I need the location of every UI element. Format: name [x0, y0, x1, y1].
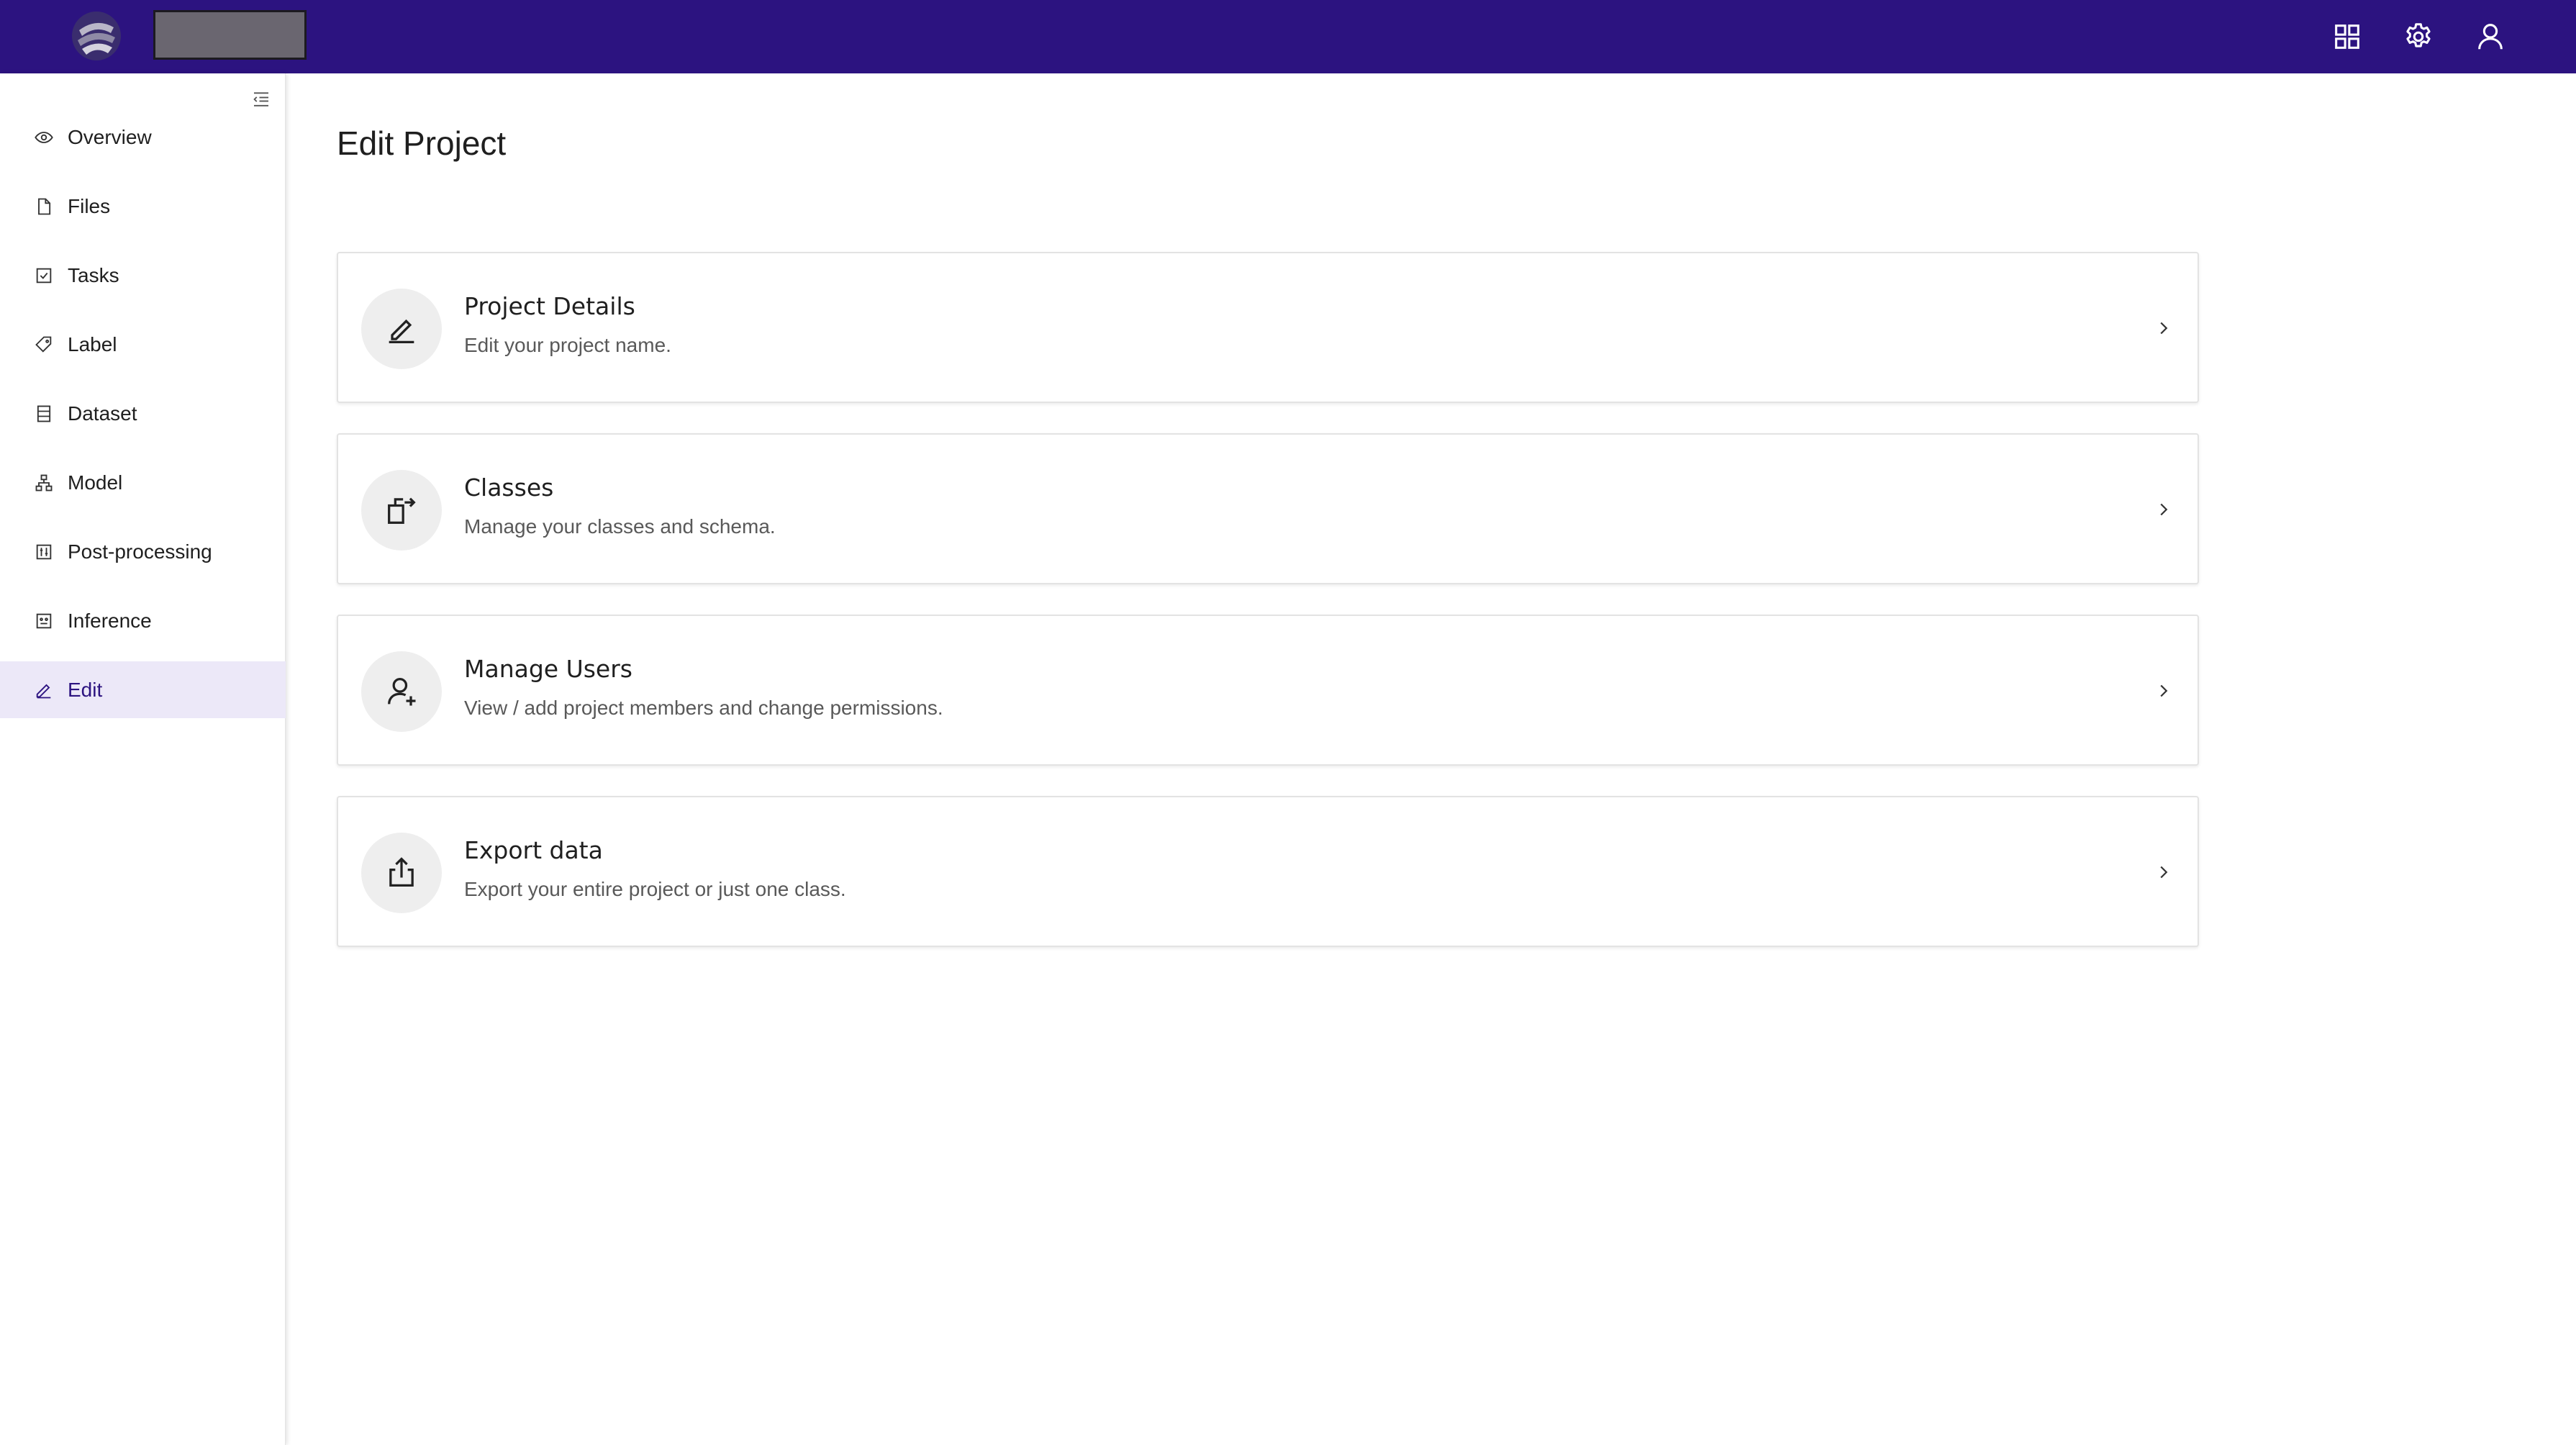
manage-users-card[interactable]: Manage Users View / add project members … — [337, 615, 2199, 766]
card-title: Project Details — [464, 292, 635, 320]
gear-icon[interactable] — [2399, 17, 2438, 56]
card-description: Manage your classes and schema. — [464, 515, 776, 538]
card-description: View / add project members and change pe… — [464, 697, 943, 719]
sidebar-item-model[interactable]: Model — [0, 454, 286, 511]
sidebar-item-label: Overview — [68, 125, 152, 148]
sidebar-item-overview[interactable]: Overview — [0, 109, 286, 166]
sidebar-item-inference[interactable]: Inference — [0, 592, 286, 649]
card-title: Classes — [464, 474, 554, 502]
sidebar-item-label: Tasks — [68, 263, 119, 286]
sidebar-item-dataset[interactable]: Dataset — [0, 385, 286, 442]
sidebar: Overview Files Tasks Label Dataset Model — [0, 73, 286, 1445]
card-description: Edit your project name. — [464, 334, 671, 356]
top-bar — [0, 0, 2576, 73]
chevron-right-icon — [2151, 316, 2176, 340]
sidebar-item-post-processing[interactable]: Post-processing — [0, 523, 286, 580]
add-user-icon — [361, 651, 442, 732]
card-title: Export data — [464, 836, 603, 864]
card-title: Manage Users — [464, 655, 632, 683]
eye-icon — [33, 127, 55, 148]
sidebar-item-label: Model — [68, 471, 123, 494]
sidebar-item-label: Inference — [68, 609, 152, 632]
robot-icon — [33, 610, 55, 632]
classes-card[interactable]: Classes Manage your classes and schema. — [337, 433, 2199, 584]
sidebar-item-edit[interactable]: Edit — [0, 661, 286, 718]
file-icon — [33, 196, 55, 217]
chevron-right-icon — [2151, 860, 2176, 884]
project-details-card[interactable]: Project Details Edit your project name. — [337, 252, 2199, 403]
apps-grid-icon[interactable] — [2328, 17, 2367, 56]
sidebar-item-label: Label — [68, 332, 117, 355]
project-name-chip[interactable] — [153, 10, 307, 60]
sidebar-item-label: Dataset — [68, 402, 137, 425]
sidebar-item-label: Post-processing — [68, 540, 212, 563]
hierarchy-icon — [33, 472, 55, 494]
sidebar-item-files[interactable]: Files — [0, 178, 286, 235]
sidebar-item-label: Edit — [68, 678, 103, 701]
chevron-right-icon — [2151, 679, 2176, 703]
sidebar-item-label[interactable]: Label — [0, 316, 286, 373]
sidebar-item-label: Files — [68, 194, 111, 217]
app-logo[interactable] — [69, 9, 124, 63]
checkbox-icon — [33, 265, 55, 286]
page-title: Edit Project — [337, 124, 507, 162]
sliders-icon — [33, 541, 55, 563]
sidebar-item-tasks[interactable]: Tasks — [0, 247, 286, 304]
tag-icon — [33, 334, 55, 355]
export-icon — [361, 833, 442, 913]
pencil-icon — [361, 289, 442, 369]
database-icon — [33, 403, 55, 425]
card-description: Export your entire project or just one c… — [464, 878, 846, 900]
copy-arrow-icon — [361, 470, 442, 551]
chevron-right-icon — [2151, 497, 2176, 522]
pencil-icon — [33, 679, 55, 701]
user-icon[interactable] — [2471, 17, 2510, 56]
export-data-card[interactable]: Export data Export your entire project o… — [337, 796, 2199, 947]
